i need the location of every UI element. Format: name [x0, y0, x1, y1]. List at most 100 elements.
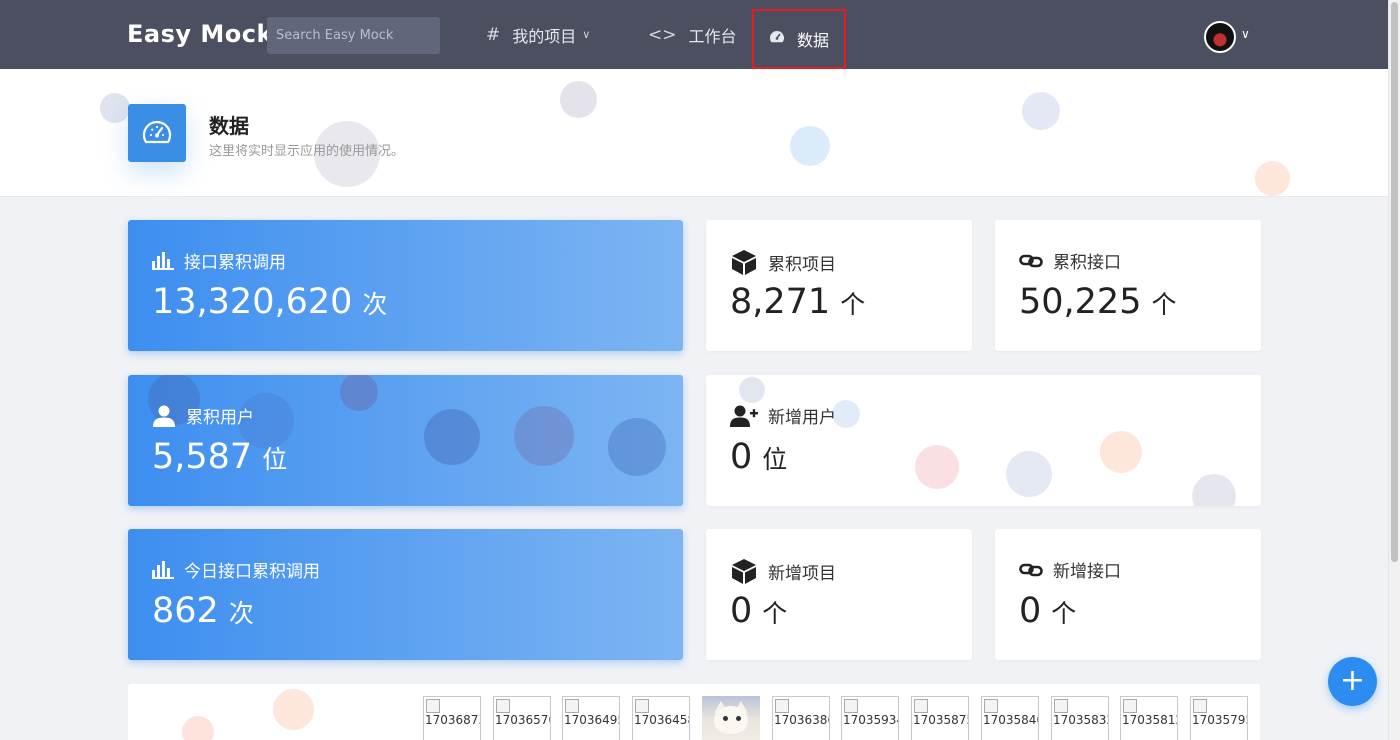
user-avatar-image[interactable]: 17036386: [772, 696, 830, 740]
card-value: 862: [152, 591, 219, 631]
hash-icon: #: [486, 24, 501, 45]
card-unit: 位: [262, 445, 288, 474]
nav-my-projects[interactable]: # 我的项目 ∨: [486, 0, 590, 69]
avatar-alt-text: 17035875: [913, 713, 969, 727]
broken-image-icon: [565, 699, 579, 713]
card-unit: 个: [1051, 599, 1077, 628]
card-label: 新增用户: [768, 408, 836, 428]
user-avatar-cat-image[interactable]: [702, 696, 760, 740]
scrollbar-thumb[interactable]: [1391, 2, 1398, 562]
decor-bubble: [340, 375, 378, 411]
decor-bubble: [1255, 161, 1290, 196]
user-icon: [153, 405, 175, 427]
decor-bubble: [273, 689, 314, 730]
decor-bubble: [608, 418, 666, 476]
dashboard-icon: [142, 120, 172, 144]
user-avatar[interactable]: [1204, 21, 1236, 53]
card-new-users: 新增用户 0位: [706, 375, 1261, 506]
card-value: 13,320,620: [152, 282, 353, 322]
card-total-apis: 累积接口 50,225 个: [995, 220, 1261, 351]
avatar-alt-text: 17035812: [1122, 713, 1178, 727]
card-label: 新增接口: [1053, 562, 1121, 582]
broken-image-icon: [1054, 699, 1068, 713]
avatar-alt-text: 17036495: [564, 713, 620, 727]
page-header: 数据 这里将实时显示应用的使用情况。: [0, 69, 1388, 197]
broken-image-icon: [635, 699, 649, 713]
decor-bubble: [1006, 451, 1052, 497]
page-title: 数据: [209, 114, 249, 138]
broken-image-icon: [1123, 699, 1137, 713]
avatar-alt-text: 17036386: [774, 713, 830, 727]
user-avatar-image[interactable]: 17035795: [1190, 696, 1248, 740]
avatar-alt-text: 17036570: [495, 713, 551, 727]
decor-bubble: [1192, 474, 1236, 506]
avatar-alt-text: 17036873: [425, 713, 481, 727]
card-value: 50,225: [1019, 282, 1142, 322]
page-scrollbar[interactable]: [1388, 0, 1400, 740]
nav-data-label: 数据: [797, 31, 830, 50]
card-total-users: 累积用户 5,587 位: [128, 375, 683, 506]
nav-data[interactable]: 数据: [752, 9, 846, 69]
user-avatar-image[interactable]: 17036873: [423, 696, 481, 740]
add-floating-button[interactable]: +: [1328, 657, 1377, 706]
user-avatar-image[interactable]: 17036458: [632, 696, 690, 740]
search-input[interactable]: [267, 17, 440, 54]
card-value: 5,587: [152, 437, 253, 477]
decor-bubble: [915, 445, 959, 489]
broken-image-icon: [984, 699, 998, 713]
avatar-alt-text: 17035934: [843, 713, 899, 727]
broken-image-icon: [496, 699, 510, 713]
user-avatar-image[interactable]: 17036570: [493, 696, 551, 740]
nav-my-projects-label: 我的项目: [512, 26, 577, 46]
card-unit: 位: [762, 445, 788, 474]
card-label: 累积接口: [1053, 253, 1121, 273]
dashboard-icon: [769, 29, 785, 49]
chevron-down-icon[interactable]: ∨: [1241, 27, 1250, 41]
card-label: 接口累积调用: [184, 253, 286, 273]
decor-bubble: [424, 409, 480, 465]
avatar-alt-text: 17035840: [983, 713, 1039, 727]
card-label: 累积项目: [768, 254, 836, 275]
cube-icon: [732, 559, 756, 584]
user-avatar-image[interactable]: 17036495: [562, 696, 620, 740]
card-unit: 个: [1151, 290, 1177, 319]
card-value: 8,271: [730, 282, 831, 322]
card-total-projects: 累积项目 8,271 个: [706, 220, 972, 351]
user-avatar-image[interactable]: 17035840: [981, 696, 1039, 740]
decor-bubble: [100, 93, 130, 123]
decor-bubble: [514, 406, 574, 466]
avatar-alt-text: 17035832: [1053, 713, 1109, 727]
user-avatar-image[interactable]: 17035875: [911, 696, 969, 740]
broken-image-icon: [1193, 699, 1207, 713]
card-value: 0: [730, 437, 753, 477]
card-new-projects: 新增项目 0个: [706, 529, 972, 660]
broken-image-icon: [914, 699, 928, 713]
decor-bubble: [790, 126, 830, 166]
user-avatar-image[interactable]: 17035812: [1120, 696, 1178, 740]
card-api-total-calls: 接口累积调用 13,320,620 次: [128, 220, 683, 351]
card-label: 今日接口累积调用: [184, 562, 320, 582]
decor-bubble: [1022, 92, 1060, 130]
code-icon: <>: [648, 24, 677, 45]
decor-bubble: [832, 400, 860, 428]
user-avatar-strip: 17036873 17036570 17036495 17036458 1703…: [128, 684, 1260, 740]
user-plus-icon: [730, 405, 758, 427]
user-avatar-image[interactable]: 17035934: [841, 696, 899, 740]
plus-icon: +: [1339, 663, 1366, 698]
broken-image-icon: [844, 699, 858, 713]
avatar-alt-text: 17036458: [634, 713, 690, 727]
logo[interactable]: Easy Mock: [127, 20, 273, 48]
nav-workbench[interactable]: <> 工作台: [648, 0, 737, 69]
broken-image-icon: [775, 699, 789, 713]
decor-bubble: [560, 81, 597, 118]
card-unit: 次: [228, 599, 254, 628]
user-avatar-image[interactable]: 17035832: [1051, 696, 1109, 740]
chevron-down-icon: ∨: [582, 28, 591, 41]
bar-chart-icon: [152, 251, 174, 270]
decor-bubble: [1100, 431, 1142, 473]
avatar-alt-text: 17035795: [1192, 713, 1248, 727]
link-icon: [1019, 254, 1043, 267]
link-icon: [1019, 563, 1043, 576]
card-today-api-calls: 今日接口累积调用 862 次: [128, 529, 683, 660]
nav-workbench-label: 工作台: [688, 26, 737, 46]
